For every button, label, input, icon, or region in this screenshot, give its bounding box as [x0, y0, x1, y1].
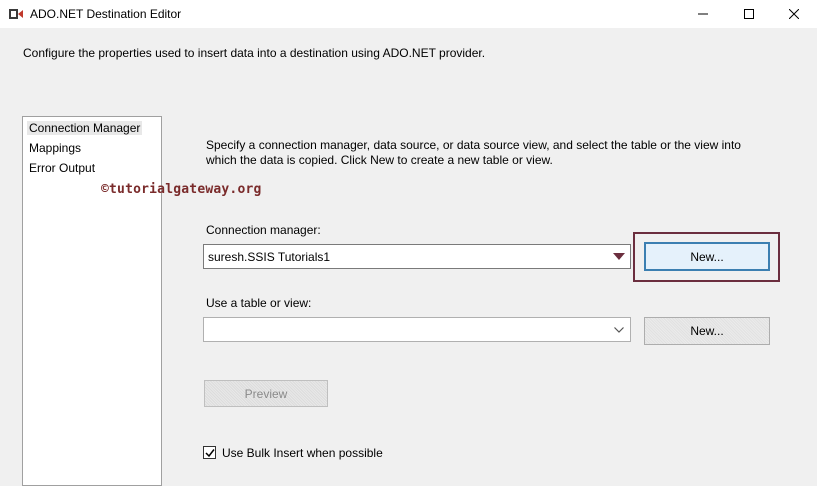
preview-button[interactable]: Preview [204, 380, 328, 407]
minimize-button[interactable] [680, 0, 726, 28]
bulk-insert-label: Use Bulk Insert when possible [222, 446, 383, 460]
connection-manager-label: Connection manager: [206, 223, 321, 237]
chevron-down-icon[interactable] [608, 318, 630, 341]
maximize-button[interactable] [726, 0, 772, 28]
nav-item-error-output[interactable]: Error Output [29, 161, 95, 175]
title-bar: ADO.NET Destination Editor [0, 0, 817, 28]
watermark-text: ©tutorialgateway.org [101, 182, 262, 197]
new-connection-button[interactable]: New... [644, 242, 770, 271]
bulk-insert-checkbox[interactable] [203, 446, 216, 459]
new-table-button[interactable]: New... [644, 317, 770, 345]
instructions-line-1: Specify a connection manager, data sourc… [206, 138, 741, 152]
table-view-combo[interactable] [203, 317, 631, 342]
ssis-destination-icon [9, 9, 23, 19]
connection-manager-value: suresh.SSIS Tutorials1 [208, 250, 331, 264]
checkmark-icon [205, 449, 215, 458]
dropdown-arrow-icon[interactable] [608, 245, 630, 268]
instructions-text: Specify a connection manager, data sourc… [206, 138, 766, 168]
close-icon [789, 9, 799, 19]
instructions-line-2: which the data is copied. Click New to c… [206, 153, 553, 167]
window-title: ADO.NET Destination Editor [30, 7, 182, 21]
connection-manager-combo[interactable]: suresh.SSIS Tutorials1 [203, 244, 631, 269]
close-button[interactable] [771, 0, 817, 28]
editor-description: Configure the properties used to insert … [23, 46, 486, 60]
maximize-icon [744, 9, 754, 19]
table-view-label: Use a table or view: [206, 296, 312, 310]
minimize-icon [698, 13, 708, 15]
nav-item-connection-manager[interactable]: Connection Manager [27, 121, 143, 135]
nav-item-mappings[interactable]: Mappings [29, 141, 81, 155]
page-navigation-list: Connection Manager Mappings Error Output [22, 116, 162, 486]
